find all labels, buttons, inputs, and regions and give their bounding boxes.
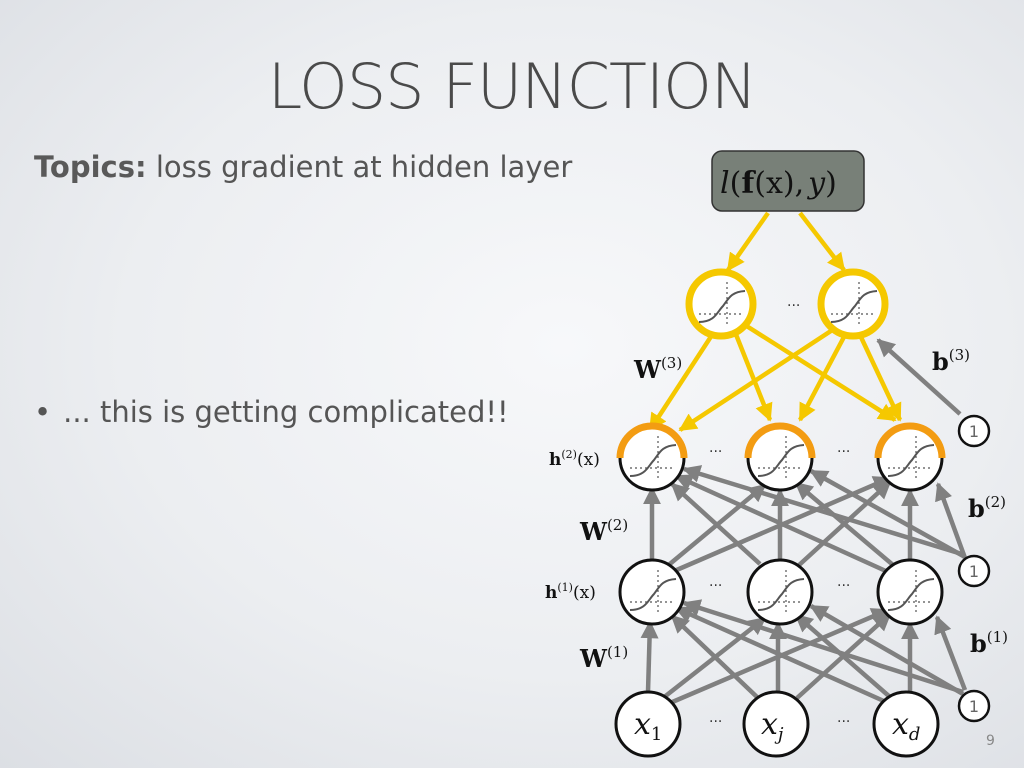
hidden2-ellipsis-2: ... xyxy=(837,440,850,456)
input-1-sub: 1 xyxy=(651,724,662,745)
bias-label-b1: b(1) xyxy=(970,628,1008,658)
loss-comma: , xyxy=(795,166,805,201)
neural-network-diagram: l(f(x), y) ... ... ... ... ... x1 xj xd … xyxy=(545,150,1008,758)
loss-y-symbol: y xyxy=(806,166,826,201)
weight-label-w2: W(2) xyxy=(579,516,628,546)
input-d-base: x xyxy=(892,707,909,742)
weight-label-w1: W(1) xyxy=(579,643,628,673)
bias-unit-layer2: 1 xyxy=(957,554,991,588)
w3-gradient-connections xyxy=(648,323,903,432)
bias1-unit-label: 1 xyxy=(969,697,979,716)
input-d-sub: d xyxy=(909,724,921,745)
loss-close-paren: ) xyxy=(825,166,837,201)
input-j-base: x xyxy=(761,707,778,742)
hidden2-unit-1 xyxy=(616,422,688,492)
hidden1-unit-2 xyxy=(746,558,814,626)
hidden2-unit-2 xyxy=(744,422,816,492)
bias3-unit-label: 1 xyxy=(969,422,979,441)
output-ellipsis: ... xyxy=(787,294,800,310)
hidden2-ellipsis-1: ... xyxy=(709,440,722,456)
loss-symbol: l xyxy=(720,166,730,201)
hidden1-ellipsis-2: ... xyxy=(837,574,850,590)
output-unit-2 xyxy=(817,268,889,340)
weight-label-w3: W(3) xyxy=(633,354,682,384)
bias2-unit-label: 1 xyxy=(969,562,979,581)
hidden2-unit-3 xyxy=(874,422,946,492)
input-ellipsis-1: ... xyxy=(709,710,722,726)
bias-unit-layer3: 1 xyxy=(957,414,991,448)
loss-open-paren: ( xyxy=(730,166,742,201)
input-unit-d: xd xyxy=(872,690,940,758)
loss-function-box: l(f(x), y) xyxy=(711,150,865,212)
hidden1-label: h(1)(x) xyxy=(545,581,596,603)
output-unit-1 xyxy=(685,268,757,340)
hidden1-unit-3 xyxy=(876,558,944,626)
loss-gradient-connections xyxy=(726,211,846,272)
input-1-base: x xyxy=(634,707,651,742)
bias-unit-layer1: 1 xyxy=(957,689,991,723)
input-ellipsis-2: ... xyxy=(837,710,850,726)
input-unit-j: xj xyxy=(742,690,810,758)
svg-text:l(f(x),y): l(f(x), y) xyxy=(720,166,837,201)
hidden1-ellipsis-1: ... xyxy=(709,574,722,590)
loss-x-arg: (x) xyxy=(754,166,794,201)
bias-label-b2: b(2) xyxy=(968,493,1006,523)
page-number: 9 xyxy=(986,733,995,749)
input-unit-1: x1 xyxy=(614,690,682,758)
bias-label-b3: b(3) xyxy=(932,346,970,376)
hidden2-label: h(2)(x) xyxy=(549,448,600,470)
hidden1-unit-1 xyxy=(618,558,686,626)
